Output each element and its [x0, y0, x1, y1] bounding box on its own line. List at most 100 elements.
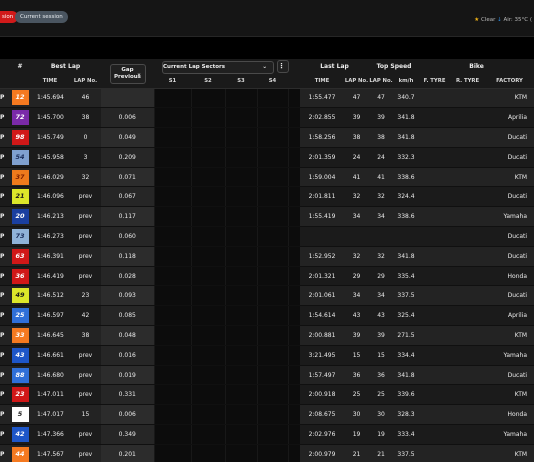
table-row[interactable]: P 72 1:45.700 38 0.006 2:02.855 39 39 341.8 April… [0, 107, 534, 129]
table-row[interactable]: P 12 1:45.694 46 1:55.477 47 47 340.7 KTM [0, 88, 534, 109]
position-cell: P [0, 345, 10, 366]
rider-number-cell: 42 [10, 424, 30, 445]
speed-lapno-cell: 39 [369, 325, 394, 346]
s3-cell [224, 404, 257, 426]
factory-cell: Ducati [485, 226, 534, 247]
position-cell: P [0, 424, 10, 445]
s3-cell [224, 246, 257, 267]
f-tyre-cell [419, 246, 451, 267]
current-session-badge[interactable]: Current session [15, 11, 68, 23]
best-lapno-cell: prev [70, 246, 101, 267]
table-row[interactable]: P 49 1:46.512 23 0.093 2:01.061 34 34 337.5 Ducat… [0, 285, 534, 307]
s2-cell [190, 444, 225, 462]
s4-cell [256, 384, 288, 406]
last-lapno-cell: 39 [344, 107, 370, 129]
s2-cell [190, 345, 225, 366]
table-row[interactable]: P 5 1:47.017 15 0.006 2:08.675 30 30 328.3 Honda [0, 404, 534, 426]
last-time-cell: 2:02.855 [300, 107, 344, 129]
table-row[interactable]: P 88 1:46.680 prev 0.019 1:57.497 36 36 341.8 Duc… [0, 365, 534, 386]
best-lapno-cell: 3 [70, 147, 101, 168]
sector-spacer-cell [287, 246, 300, 267]
s4-cell [256, 285, 288, 307]
s2-cell [190, 305, 225, 327]
last-time-cell: 2:00.979 [300, 444, 344, 462]
rider-number-badge: 21 [11, 189, 29, 205]
kmh-cell: 340.7 [393, 88, 420, 109]
table-row[interactable]: P 54 1:45.958 3 0.209 2:01.359 24 24 332.3 Ducati [0, 147, 534, 168]
table-row[interactable]: P 43 1:46.661 prev 0.016 3:21.495 15 15 334.4 Yam… [0, 345, 534, 366]
last-time-cell: 1:55.477 [300, 88, 344, 109]
table-row[interactable]: P 33 1:46.645 38 0.048 2:00.881 39 39 271.5 KTM [0, 325, 534, 346]
s4-cell [256, 88, 288, 109]
last-time-cell: 1:57.497 [300, 365, 344, 386]
best-time-cell: 1:46.029 [30, 167, 70, 188]
table-row[interactable]: P 37 1:46.029 32 0.071 1:59.004 41 41 338.6 KTM [0, 167, 534, 188]
speed-lapno-cell: 30 [369, 404, 394, 426]
kmh-cell: 341.8 [393, 107, 420, 129]
f-tyre-cell [419, 384, 451, 406]
table-row[interactable]: P 42 1:47.366 prev 0.349 2:02.976 19 19 333.4 Yam… [0, 424, 534, 445]
pos-header [0, 59, 10, 74]
rider-number-badge: 49 [11, 288, 29, 304]
speed-lapno-cell: 41 [369, 167, 394, 188]
table-row[interactable]: P 98 1:45.749 0 0.049 1:58.256 38 38 341.8 Ducati [0, 127, 534, 148]
f-tyre-cell [419, 305, 451, 327]
best-time-cell: 1:46.419 [30, 266, 70, 287]
last-lapno-cell: 36 [344, 365, 370, 386]
sector-spacer-cell [287, 167, 300, 188]
factory-cell: Honda [485, 404, 534, 426]
r-tyre-cell [450, 147, 486, 168]
sector-spacer-cell [287, 404, 300, 426]
s1-cell [153, 107, 191, 129]
f-tyre-col: F. TYRE [419, 74, 451, 89]
s2-col: S2 [191, 74, 225, 89]
s4-cell [256, 127, 288, 148]
s4-cell [256, 345, 288, 366]
kmh-cell: 332.3 [393, 147, 420, 168]
timing-table: # Best Lap Gap Previous ⌄ Current Lap Se… [0, 59, 534, 462]
s1-cell [153, 305, 191, 327]
s1-cell [153, 345, 191, 366]
f-tyre-cell [419, 226, 451, 247]
r-tyre-cell [450, 246, 486, 267]
position-cell: P [0, 305, 10, 327]
best-time-cell: 1:46.096 [30, 186, 70, 208]
rider-number-cell: 37 [10, 167, 30, 188]
sector-spacer-cell [287, 305, 300, 327]
f-tyre-cell [419, 444, 451, 462]
gap-cell: 0.085 [101, 305, 154, 327]
best-time-cell: 1:46.645 [30, 325, 70, 346]
rider-number-badge: 5 [11, 407, 29, 423]
last-lapno-cell: 38 [344, 127, 370, 148]
r-tyre-cell [450, 206, 486, 228]
table-row[interactable]: P 23 1:47.011 prev 0.331 2:00.918 25 25 339.6 KTM [0, 384, 534, 406]
best-time-cell: 1:46.273 [30, 226, 70, 247]
sectors-dropdown[interactable]: Current Lap Sectors ⌄ [162, 60, 274, 74]
s3-cell [224, 127, 257, 148]
gap-cell: 0.118 [101, 246, 154, 267]
table-row[interactable]: P 36 1:46.419 prev 0.028 2:01.321 29 29 335.4 Hon… [0, 266, 534, 287]
factory-cell: Ducati [485, 285, 534, 307]
s4-cell [256, 325, 288, 346]
table-row[interactable]: P 25 1:46.597 42 0.085 1:54.614 43 43 325.4 April… [0, 305, 534, 327]
table-row[interactable]: P 20 1:46.213 prev 0.117 1:55.419 34 34 338.6 Yam… [0, 206, 534, 228]
s3-cell [224, 345, 257, 366]
speed-lapno-cell: 36 [369, 365, 394, 386]
gap-cell: 0.209 [101, 147, 154, 168]
chevron-down-icon: ⌄ [262, 63, 267, 70]
last-lapno-cell: 39 [344, 325, 370, 346]
s3-cell [224, 266, 257, 287]
table-row[interactable]: P 63 1:46.391 prev 0.118 1:52.952 32 32 341.8 Duc… [0, 246, 534, 267]
table-row[interactable]: P 44 1:47.567 prev 0.201 2:00.979 21 21 337.5 KTM [0, 444, 534, 462]
best-lapno-cell: 15 [70, 404, 101, 426]
gap-mode-dropdown[interactable]: Gap Previous ⌄ [109, 63, 146, 84]
table-row[interactable]: P 73 1:46.273 prev 0.060 Ducati [0, 226, 534, 247]
s4-cell [256, 246, 288, 267]
more-options-icon[interactable]: ⋮ [277, 59, 289, 73]
position-cell: P [0, 88, 10, 109]
speed-lapno-cell: 38 [369, 127, 394, 148]
best-lapno-cell: 46 [70, 88, 101, 109]
rider-number-cell: 63 [10, 246, 30, 267]
s4-cell [256, 107, 288, 129]
table-row[interactable]: P 21 1:46.096 prev 0.067 2:01.811 32 32 324.4 Duc… [0, 186, 534, 208]
